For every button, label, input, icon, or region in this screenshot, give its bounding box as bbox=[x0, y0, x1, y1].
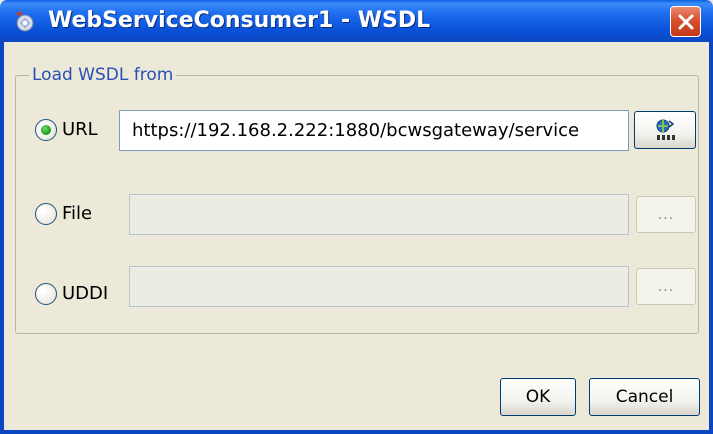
load-url-button[interactable] bbox=[634, 111, 696, 149]
window-frame-right bbox=[709, 42, 713, 434]
uddi-radio[interactable] bbox=[35, 283, 57, 305]
file-input[interactable] bbox=[129, 194, 629, 235]
browse-file-button-label: ... bbox=[657, 206, 675, 223]
radio-selected-dot bbox=[41, 125, 51, 135]
url-input[interactable]: https://192.168.2.222:1880/bcwsgateway/s… bbox=[119, 110, 629, 151]
cancel-button-label: Cancel bbox=[615, 387, 674, 407]
app-icon bbox=[15, 11, 34, 32]
ok-button-label: OK bbox=[525, 387, 551, 407]
wsdl-dialog: WebServiceConsumer1 - WSDL Load WSDL fro… bbox=[0, 0, 713, 434]
load-network-icon bbox=[656, 119, 675, 140]
window-title: WebServiceConsumer1 - WSDL bbox=[48, 8, 431, 33]
url-input-value: https://192.168.2.222:1880/bcwsgateway/s… bbox=[132, 120, 580, 141]
file-radio-label[interactable]: File bbox=[62, 203, 92, 225]
browse-file-button[interactable]: ... bbox=[636, 196, 696, 233]
uddi-radio-label[interactable]: UDDI bbox=[62, 283, 108, 305]
file-radio[interactable] bbox=[35, 203, 57, 225]
groupbox-legend: Load WSDL from bbox=[29, 64, 177, 86]
ok-button[interactable]: OK bbox=[500, 378, 576, 416]
window-frame-left bbox=[0, 42, 4, 434]
url-radio-label[interactable]: URL bbox=[62, 119, 98, 141]
browse-uddi-button-label: ... bbox=[657, 278, 675, 295]
cancel-button[interactable]: Cancel bbox=[589, 378, 700, 416]
window-frame-bottom bbox=[0, 430, 713, 434]
title-bar[interactable]: WebServiceConsumer1 - WSDL bbox=[0, 0, 713, 42]
url-radio[interactable] bbox=[35, 119, 57, 141]
browse-uddi-button[interactable]: ... bbox=[636, 268, 696, 305]
close-icon bbox=[678, 14, 693, 29]
uddi-input[interactable] bbox=[129, 266, 629, 307]
close-button[interactable] bbox=[670, 6, 701, 37]
